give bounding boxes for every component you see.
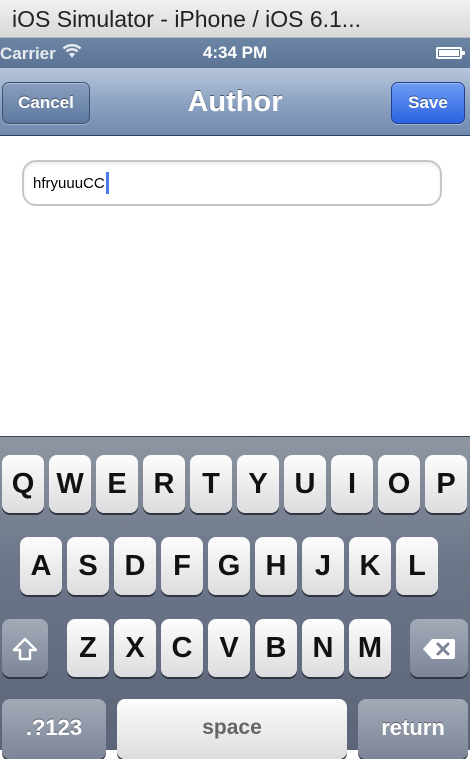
shift-key[interactable]: [2, 619, 48, 677]
key-m[interactable]: M: [349, 619, 391, 677]
key-t[interactable]: T: [190, 455, 232, 513]
cancel-button[interactable]: Cancel: [2, 82, 90, 124]
key-q[interactable]: Q: [2, 455, 44, 513]
key-i[interactable]: I: [331, 455, 373, 513]
key-e[interactable]: E: [96, 455, 138, 513]
shift-icon: [12, 637, 38, 661]
form-area: hfryuuuCC: [0, 136, 470, 436]
status-bar: Carrier 4:34 PM: [0, 38, 470, 68]
navigation-bar: Author Cancel Save: [0, 68, 470, 136]
key-r[interactable]: R: [143, 455, 185, 513]
key-g[interactable]: G: [208, 537, 250, 595]
key-h[interactable]: H: [255, 537, 297, 595]
simulator-window-title: iOS Simulator - iPhone / iOS 6.1...: [0, 0, 470, 38]
delete-key[interactable]: [410, 619, 468, 677]
key-y[interactable]: Y: [237, 455, 279, 513]
key-w[interactable]: W: [49, 455, 91, 513]
key-z[interactable]: Z: [67, 619, 109, 677]
delete-icon: [422, 637, 456, 661]
save-button[interactable]: Save: [391, 82, 465, 124]
author-input[interactable]: hfryuuuCC: [22, 160, 442, 206]
key-o[interactable]: O: [378, 455, 420, 513]
author-input-value: hfryuuuCC: [33, 174, 105, 192]
key-s[interactable]: S: [67, 537, 109, 595]
keyboard: Q W E R T Y U I O P A S D F G H J K L Z …: [0, 436, 470, 759]
text-cursor: [105, 172, 109, 194]
key-b[interactable]: B: [255, 619, 297, 677]
key-u[interactable]: U: [284, 455, 326, 513]
key-d[interactable]: D: [114, 537, 156, 595]
key-n[interactable]: N: [302, 619, 344, 677]
space-key[interactable]: space: [117, 699, 347, 759]
return-key[interactable]: return: [358, 699, 468, 759]
key-c[interactable]: C: [161, 619, 203, 677]
key-k[interactable]: K: [349, 537, 391, 595]
status-time: 4:34 PM: [202, 43, 268, 62]
key-a[interactable]: A: [20, 537, 62, 595]
numbers-key[interactable]: .?123: [2, 699, 106, 759]
key-f[interactable]: F: [161, 537, 203, 595]
key-l[interactable]: L: [396, 537, 438, 595]
key-j[interactable]: J: [302, 537, 344, 595]
key-p[interactable]: P: [425, 455, 467, 513]
key-x[interactable]: X: [114, 619, 156, 677]
key-v[interactable]: V: [208, 619, 250, 677]
battery-icon: [436, 47, 465, 59]
